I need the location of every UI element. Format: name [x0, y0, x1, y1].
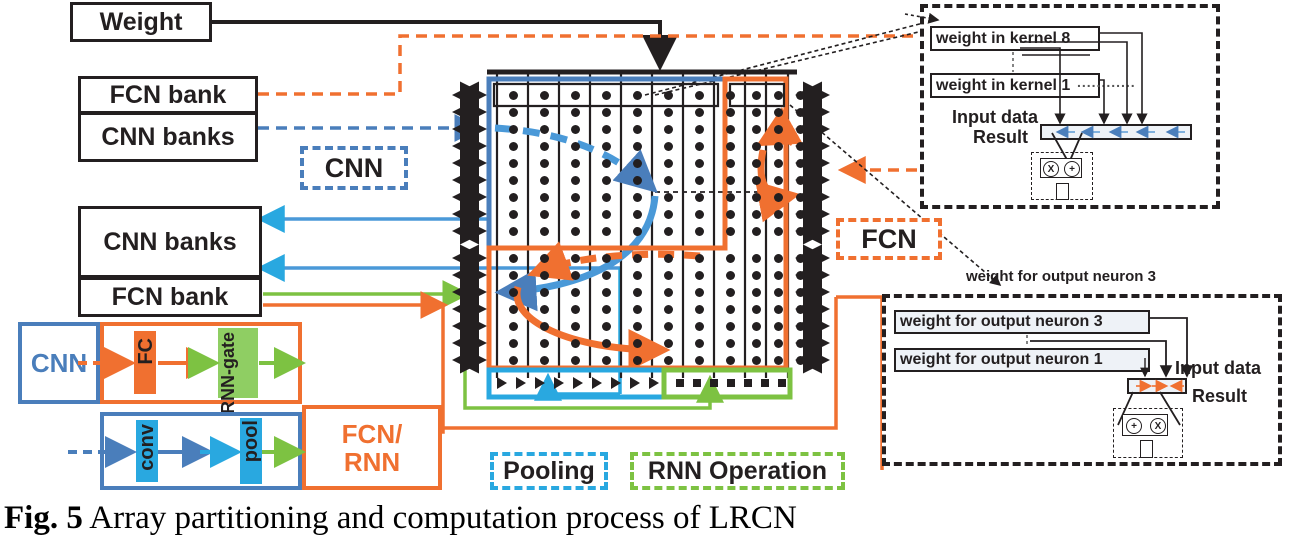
- caption-text: Array partitioning and computation proce…: [82, 500, 797, 536]
- inset-bottom-reg: [1140, 440, 1153, 458]
- inset-bottom-add-icon: +: [1126, 418, 1142, 434]
- inset-bottom-wires: [0, 0, 1194, 555]
- figure-caption: Fig. 5 Array partitioning and computatio…: [4, 500, 1004, 537]
- caption-prefix: Fig. 5: [4, 500, 83, 536]
- figure-root: Weight FCN bank CNN banks CNN banks FCN …: [0, 0, 1295, 555]
- inset-bottom-add-symbol: +: [1131, 420, 1137, 432]
- inset-bottom-multiply-icon: X: [1150, 418, 1166, 434]
- inset-bottom-mult-symbol: X: [1154, 420, 1162, 432]
